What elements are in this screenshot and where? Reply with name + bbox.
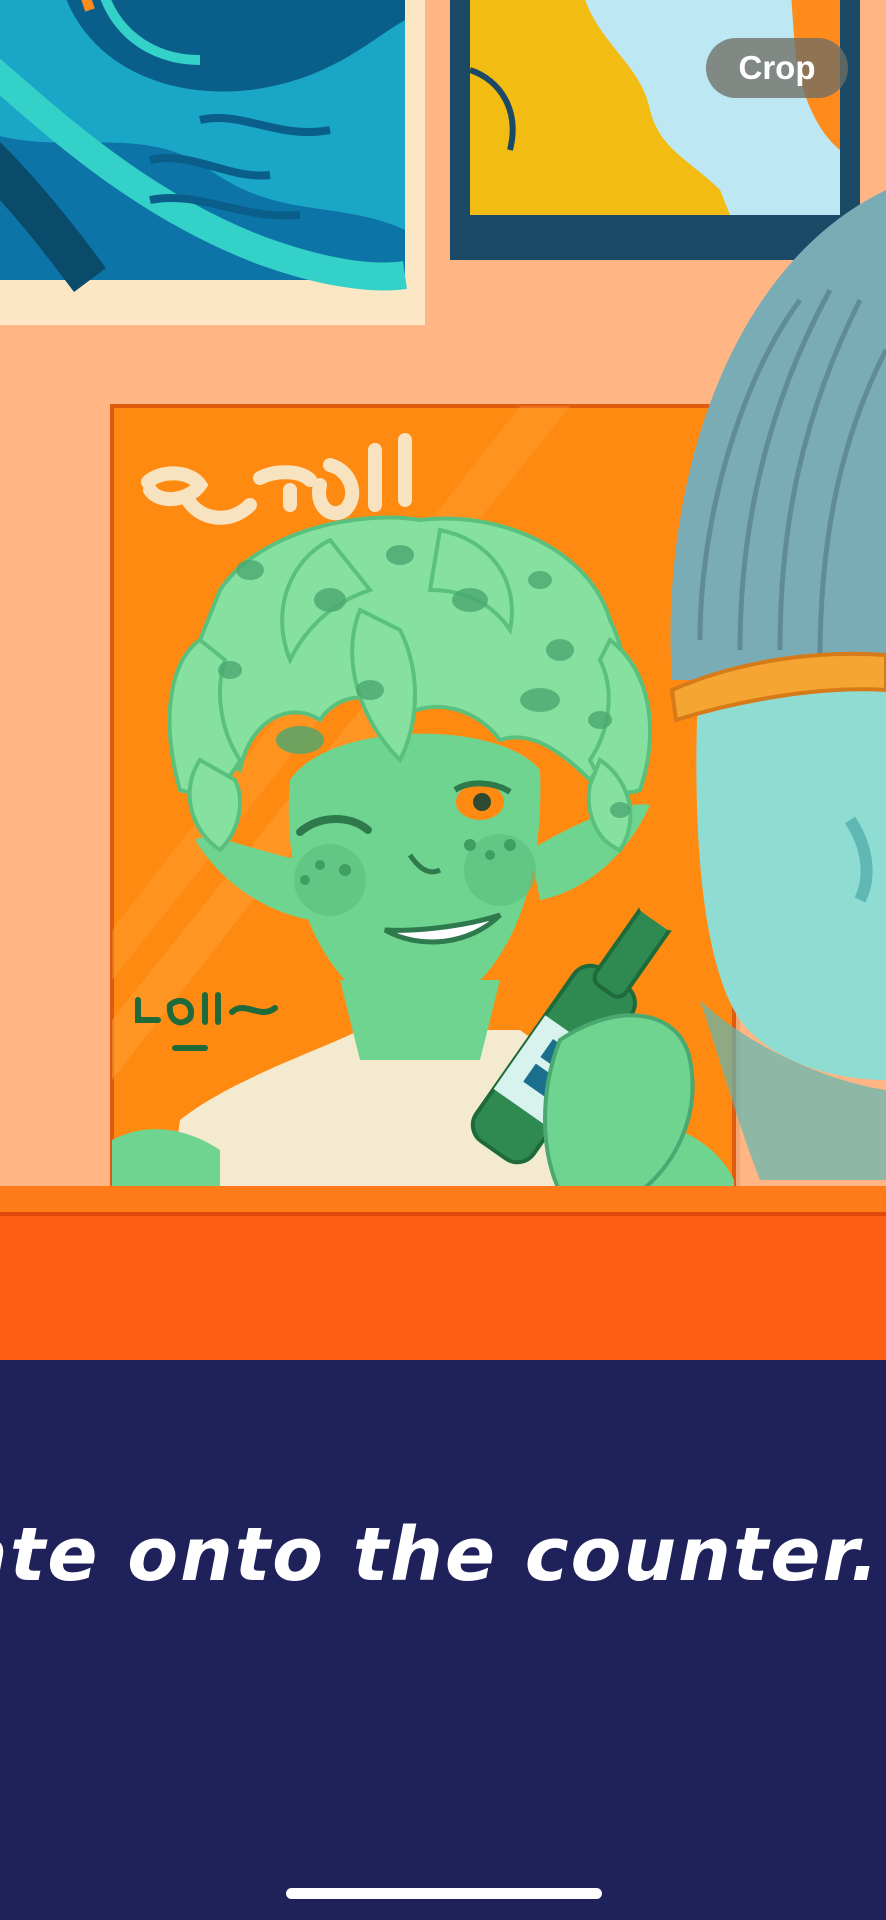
dialogue-box[interactable]: ate onto the counter. bbox=[0, 1360, 886, 1920]
home-indicator-icon[interactable] bbox=[286, 1888, 602, 1899]
game-screen: Crop ate onto the counter. bbox=[0, 0, 886, 1920]
crop-button[interactable]: Crop bbox=[706, 38, 848, 98]
dialogue-text: ate onto the counter. bbox=[0, 1512, 881, 1598]
wall-painting-left bbox=[0, 0, 425, 325]
scene-illustration bbox=[0, 0, 886, 1360]
winking-character-poster bbox=[110, 404, 736, 1194]
game-scene[interactable]: Crop bbox=[0, 0, 886, 1360]
